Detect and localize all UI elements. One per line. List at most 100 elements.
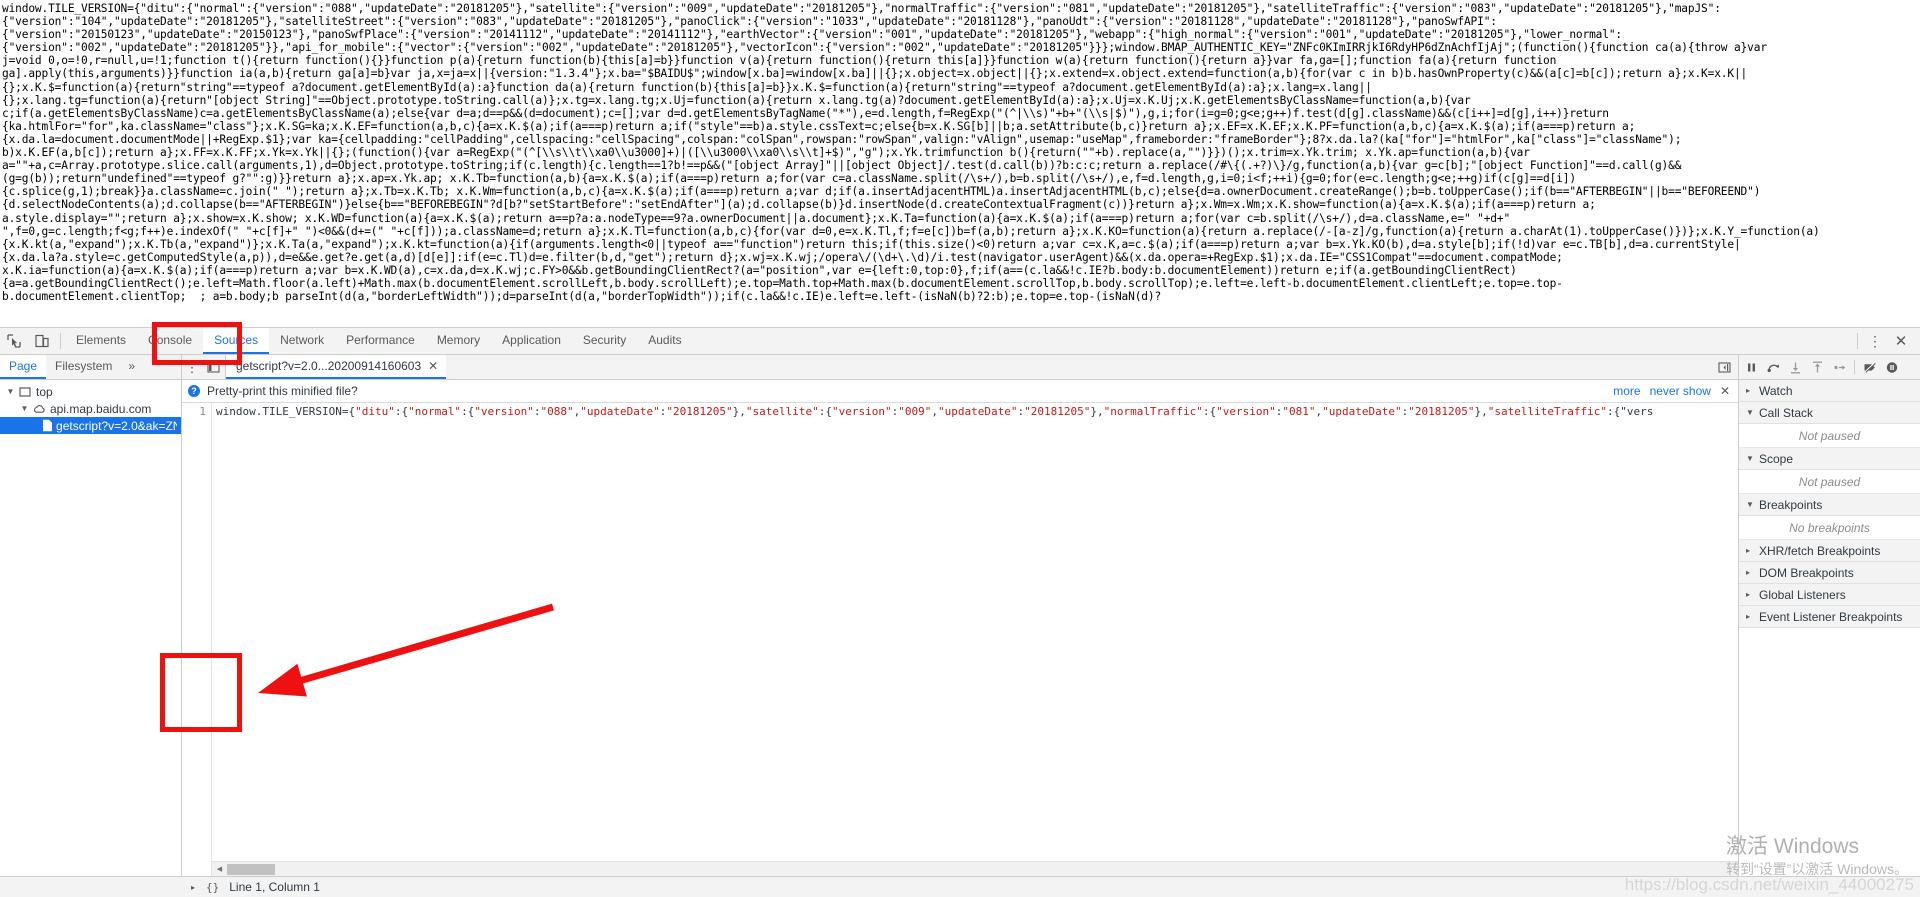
show-navigator-icon[interactable] [202,355,226,379]
code-horizontal-scrollbar[interactable]: ◀ [212,861,1738,876]
toolbar-divider-right [1857,333,1858,349]
chevron-down-icon: ▼ [1746,500,1754,509]
debugger-section-watch[interactable]: ▸ Watch [1739,380,1920,402]
tree-item-label: top [36,384,53,399]
tab-memory[interactable]: Memory [426,328,491,354]
tab-label: Audits [648,333,682,347]
tab-label: Security [582,333,627,347]
chevron-right-icon: ▸ [1746,590,1751,599]
code-content[interactable]: window.TILE_VERSION={"ditu":{"normal":{"… [212,403,1738,876]
debugger-section-scope[interactable]: ▼ Scope [1739,448,1920,470]
debugger-toolbar [1739,355,1920,380]
tree-item[interactable]: ▼ top [0,383,181,400]
toggle-device-toolbar-icon[interactable] [28,328,56,354]
devtools-more-icon[interactable]: ⋮ [1862,334,1888,348]
tree-item-label: api.map.baidu.com [50,401,152,416]
tab-label: Elements [76,333,127,347]
navigator-more-tabs-icon[interactable]: » [121,355,142,379]
debugger-section-title: Breakpoints [1759,497,1823,512]
cursor-position-label: Line 1, Column 1 [229,880,320,894]
debugger-section-call-stack[interactable]: ▼ Call Stack [1739,402,1920,424]
debugger-sidebar: ▸ Watch ▼ Call Stack Not paused ▼ Scope Not pau… [1738,355,1920,876]
debugger-section-title: Watch [1759,383,1793,398]
debugger-sections: ▸ Watch ▼ Call Stack Not paused ▼ Scope Not pau… [1739,380,1920,628]
navigator-tab-filesystem[interactable]: Filesystem [46,355,121,379]
editor-tabbar-right [1714,355,1738,379]
debugger-section-event-listener-breakpoints[interactable]: ▸ Event Listener Breakpoints [1739,606,1920,628]
sources-editor-pane: ⋮ getscript?v=2.0...20200914160603 ✕ ? P… [182,355,1738,876]
toolbar-divider [60,333,61,349]
editor-more-icon[interactable]: ⋮ [182,355,202,379]
navigator-tab-page[interactable]: Page [0,355,47,379]
debugger-section-title: Scope [1759,451,1794,466]
show-debugger-sidebar-icon[interactable] [1714,361,1734,374]
tab-performance[interactable]: Performance [335,328,426,354]
pause-on-exceptions-icon[interactable] [1881,357,1902,378]
tree-disclosure-icon[interactable]: ▼ [18,404,31,413]
tab-elements[interactable]: Elements [65,328,137,354]
tree-item-label: getscript?v=2.0&ak=ZNFc0KIm [56,418,177,433]
raw-source-view: window.TILE_VERSION={"ditu":{"normal":{"… [0,0,1920,327]
tab-security[interactable]: Security [572,328,637,354]
debugger-section-title: Global Listeners [1759,587,1846,602]
infobar-close-icon[interactable]: ✕ [1720,384,1730,398]
tree-item[interactable]: getscript?v=2.0&ak=ZNFc0KIm [0,417,181,434]
debugger-toolbar-divider [1854,360,1855,374]
tab-application[interactable]: Application [491,328,572,354]
debugger-section-breakpoints[interactable]: ▼ Breakpoints [1739,494,1920,516]
tab-network[interactable]: Network [269,328,335,354]
sources-navigator: Page Filesystem » ▼ top ▼ api.map.baidu.com g… [0,355,182,876]
editor-file-tab-close-icon[interactable]: ✕ [428,359,438,373]
scrollbar-thumb[interactable] [227,863,275,875]
debugger-section-xhr-fetch-breakpoints[interactable]: ▸ XHR/fetch Breakpoints [1739,540,1920,562]
debugger-section-global-listeners[interactable]: ▸ Global Listeners [1739,584,1920,606]
navigator-file-tree[interactable]: ▼ top ▼ api.map.baidu.com getscript?v=2.0&ak… [0,380,181,876]
code-editor[interactable]: 1 window.TILE_VERSION={"ditu":{"normal":… [182,403,1738,876]
tab-label: Performance [346,333,415,347]
tab-audits[interactable]: Audits [637,328,692,354]
debugger-section-title: XHR/fetch Breakpoints [1759,543,1881,558]
step-over-icon[interactable] [1763,357,1784,378]
tab-console[interactable]: Console [137,328,203,354]
infobar-actions: more never show ✕ [1613,384,1730,398]
chevron-right-icon: ▸ [1746,612,1751,621]
infobar-more-link[interactable]: more [1613,384,1640,398]
cloud-icon [31,403,47,415]
pretty-print-message: Pretty-print this minified file? [207,384,358,398]
editor-file-tab[interactable]: getscript?v=2.0...20200914160603 ✕ [226,355,447,379]
step-into-icon[interactable] [1785,357,1806,378]
devtools-close-icon[interactable]: ✕ [1888,334,1914,349]
devtools-main-tabbar: Elements Console Sources Network Performance… [0,328,1920,355]
pretty-print-button[interactable]: {} [202,881,227,894]
tree-disclosure-icon[interactable]: ▼ [4,387,17,396]
debugger-section-title: DOM Breakpoints [1759,565,1854,580]
inspect-element-icon[interactable] [0,328,28,354]
editor-tabbar: ⋮ getscript?v=2.0...20200914160603 ✕ [182,355,1738,380]
scroll-left-icon[interactable]: ◀ [212,862,227,877]
chevron-down-icon: ▼ [1746,454,1754,463]
devtools-toolbar-right: ⋮ ✕ [1853,328,1920,354]
chevron-down-icon: ▼ [1746,408,1754,417]
chevron-right-icon: ▸ [1746,568,1751,577]
pretty-print-infobar: ? Pretty-print this minified file? more … [182,380,1738,403]
infobar-never-show-link[interactable]: never show [1650,384,1711,398]
tab-label: Sources [214,333,259,347]
debugger-section-title: Event Listener Breakpoints [1759,609,1903,624]
deactivate-breakpoints-icon[interactable] [1859,357,1880,378]
tab-label: Console [148,333,193,347]
status-expand-icon[interactable]: ▸ [184,883,202,892]
debugger-section-dom-breakpoints[interactable]: ▸ DOM Breakpoints [1739,562,1920,584]
step-out-icon[interactable] [1807,357,1828,378]
frame-icon [17,386,33,398]
pause-script-execution-icon[interactable] [1741,357,1762,378]
debugger-section-empty-message: Not paused [1739,470,1920,494]
editor-status-bar: ▸ {} Line 1, Column 1 [0,876,1920,897]
line-number-gutter: 1 [182,403,212,876]
tree-item[interactable]: ▼ api.map.baidu.com [0,400,181,417]
tab-sources[interactable]: Sources [203,328,270,354]
tab-label: Memory [436,333,481,347]
tab-label: Network [280,333,325,347]
step-icon[interactable] [1829,357,1850,378]
status-bar-position-group: ▸ {} Line 1, Column 1 [184,880,320,894]
chevron-right-icon: ▸ [1746,546,1751,555]
